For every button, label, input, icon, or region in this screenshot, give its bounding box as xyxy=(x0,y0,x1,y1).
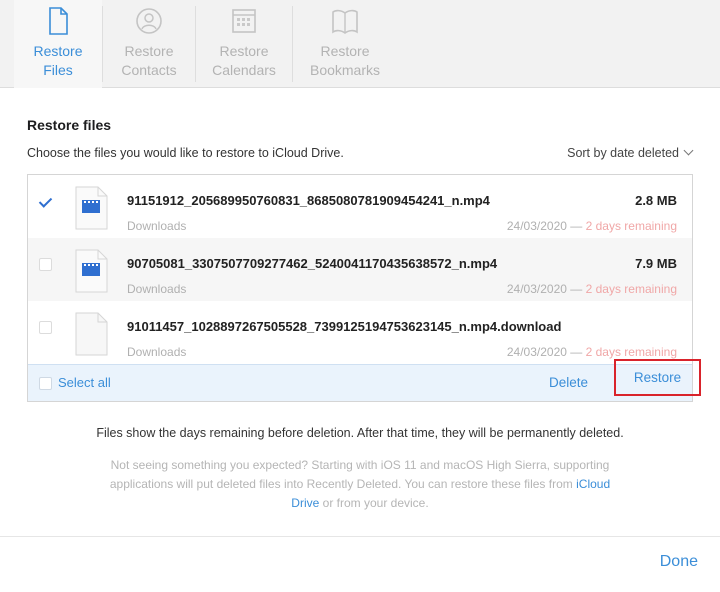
file-date: 24/03/2020 xyxy=(506,219,567,233)
file-location: Downloads xyxy=(127,282,187,296)
file-deleted-info: 24/03/2020 — 2 days remaining xyxy=(507,219,677,233)
file-location: Downloads xyxy=(127,345,187,359)
file-date: 24/03/2020 xyxy=(506,282,567,296)
date-separator: — xyxy=(570,345,583,359)
done-button[interactable]: Done xyxy=(660,553,698,571)
icloud-drive-link[interactable]: iCloud xyxy=(576,477,610,491)
file-row[interactable]: 90705081_3307507709277462_52400411704356… xyxy=(28,238,692,301)
bookmarks-icon xyxy=(332,9,358,34)
date-separator: — xyxy=(570,219,583,233)
tab-divider xyxy=(195,6,196,82)
select-all-button[interactable]: Select all xyxy=(58,375,111,390)
days-remaining: 2 days remaining xyxy=(585,219,677,233)
file-name: 90705081_3307507709277462_52400411704356… xyxy=(127,256,498,271)
list-action-bar: Select all Delete Restore xyxy=(28,359,701,401)
help-line: Not seeing something you expected? Start… xyxy=(110,458,610,472)
footer-divider xyxy=(0,536,720,537)
chevron-down-icon xyxy=(683,145,694,156)
file-name: 91011457_1028897267505528_73991251947536… xyxy=(127,319,562,334)
date-separator: — xyxy=(570,282,583,296)
generic-file-icon xyxy=(75,312,108,356)
file-size: 2.8 MB xyxy=(635,193,677,208)
contacts-icon xyxy=(136,8,162,34)
file-list: 91151912_205689950760831_868508078190945… xyxy=(27,174,701,402)
file-date: 24/03/2020 xyxy=(506,345,567,359)
file-name: 91151912_205689950760831_868508078190945… xyxy=(127,193,490,208)
tab-divider xyxy=(292,6,293,82)
tab-label: Restore Files xyxy=(33,43,83,78)
section-title: Restore files xyxy=(27,117,112,133)
delete-button[interactable]: Delete xyxy=(549,375,588,390)
calendar-icon xyxy=(232,9,256,33)
tab-label: Restore Bookmarks xyxy=(309,43,381,78)
row-checkbox[interactable] xyxy=(39,321,52,334)
file-deleted-info: 24/03/2020 — 2 days remaining xyxy=(507,282,677,296)
tab-restore-calendars[interactable]: Restore Calendars xyxy=(197,0,291,88)
restore-button[interactable]: Restore xyxy=(614,359,701,396)
tab-restore-contacts[interactable]: Restore Contacts xyxy=(104,0,194,88)
file-icon xyxy=(49,7,68,35)
tab-restore-files[interactable]: Restore Files xyxy=(14,0,102,88)
tab-label: Restore Contacts xyxy=(121,43,177,78)
row-checkbox[interactable] xyxy=(39,258,52,271)
row-checkbox[interactable] xyxy=(39,195,52,208)
video-file-icon xyxy=(75,186,108,230)
icloud-drive-link[interactable]: Drive xyxy=(291,496,319,510)
file-deleted-info: 24/03/2020 — 2 days remaining xyxy=(507,345,677,359)
tab-label: Restore Calendars xyxy=(212,43,276,78)
file-size: 7.9 MB xyxy=(635,256,677,271)
help-text: Not seeing something you expected? Start… xyxy=(80,456,640,513)
tab-divider xyxy=(102,6,103,82)
video-file-icon xyxy=(75,249,108,293)
sort-label: Sort by date deleted xyxy=(567,146,679,160)
file-row[interactable]: 91011457_1028897267505528_73991251947536… xyxy=(28,301,692,364)
restore-tab-bar: Restore Files Restore Contacts Restore C… xyxy=(0,0,720,88)
deletion-info-text: Files show the days remaining before del… xyxy=(96,426,624,440)
file-row[interactable]: 91151912_205689950760831_868508078190945… xyxy=(28,175,692,238)
help-line: Drive or from your device. xyxy=(291,496,429,510)
help-line: applications will put deleted files into… xyxy=(109,477,611,491)
days-remaining: 2 days remaining xyxy=(585,282,677,296)
days-remaining: 2 days remaining xyxy=(585,345,677,359)
sort-dropdown[interactable]: Sort by date deleted xyxy=(567,145,694,160)
section-subtitle: Choose the files you would like to resto… xyxy=(27,146,344,160)
select-all-checkbox[interactable] xyxy=(39,377,52,390)
file-location: Downloads xyxy=(127,219,187,233)
tab-restore-bookmarks[interactable]: Restore Bookmarks xyxy=(294,0,396,88)
